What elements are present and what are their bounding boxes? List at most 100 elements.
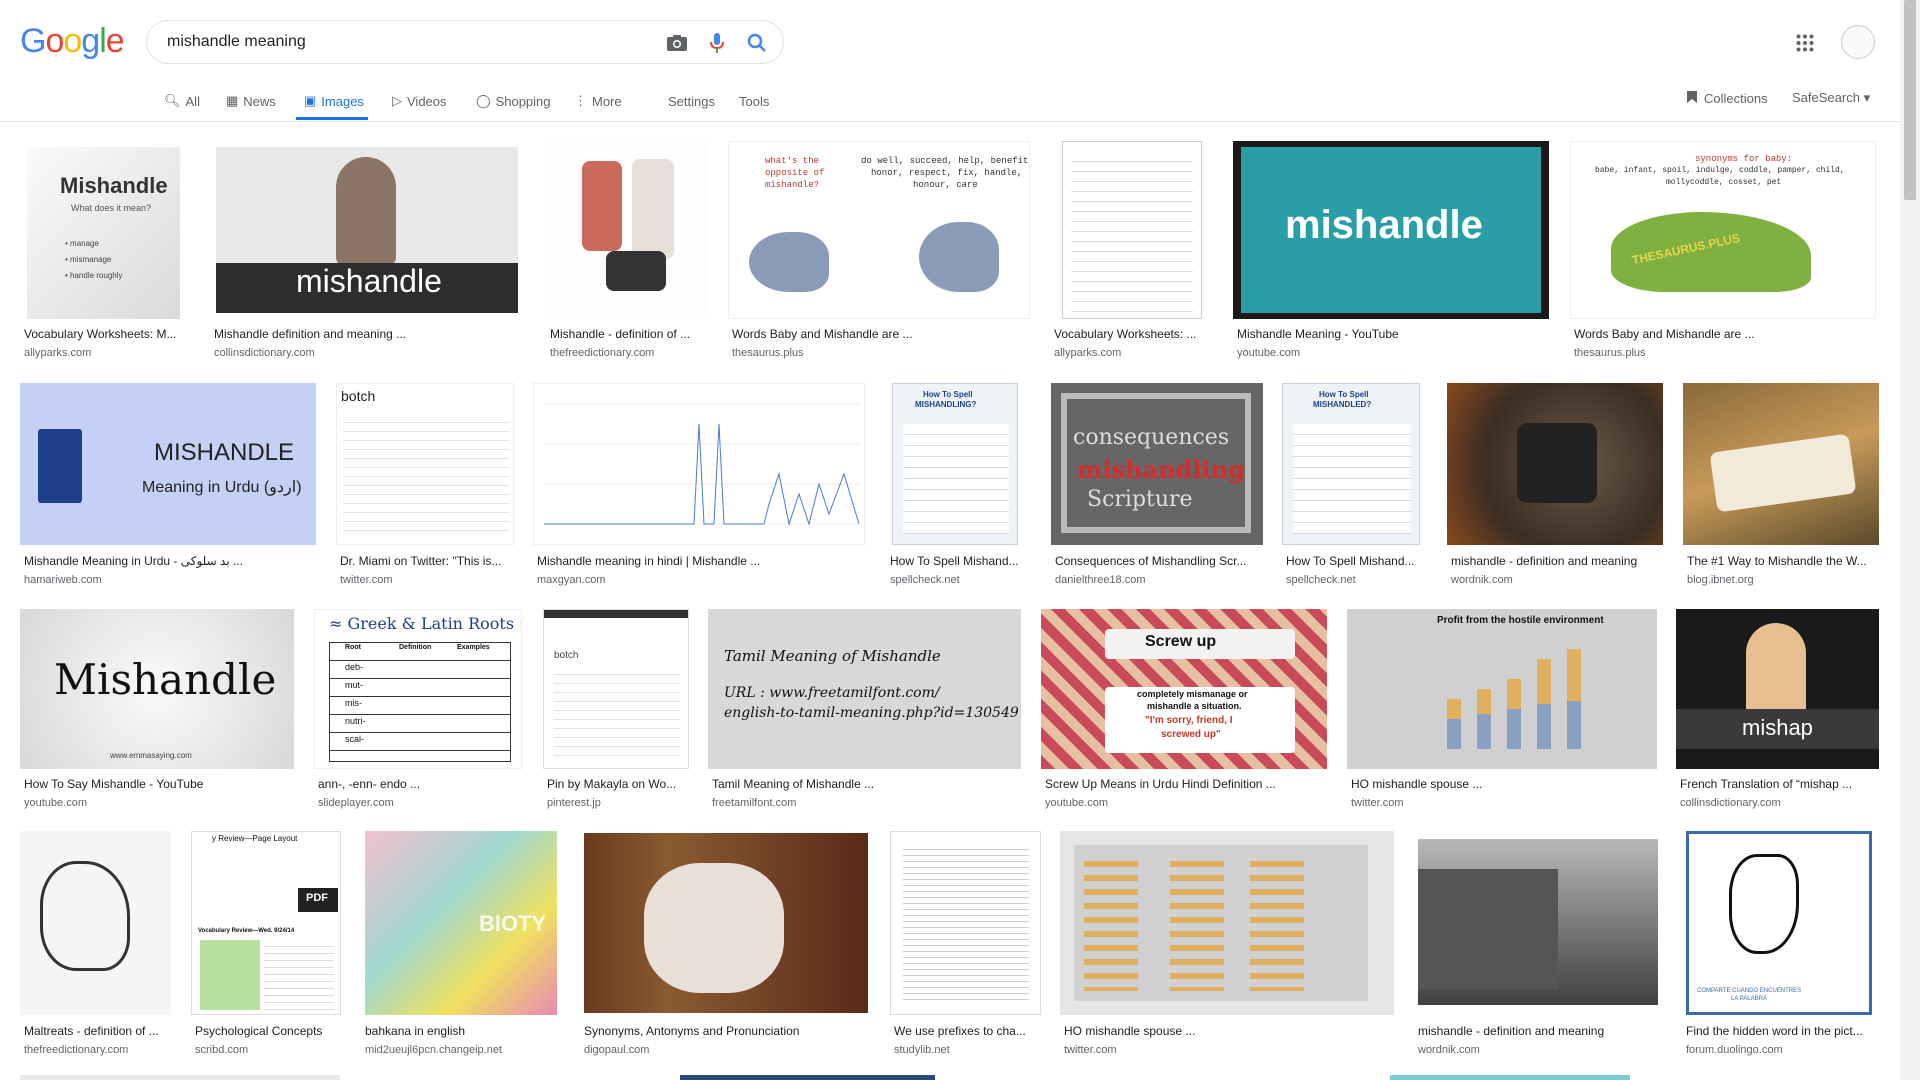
result-title[interactable]: Mishandle Meaning - YouTube xyxy=(1237,327,1547,341)
result-title[interactable]: French Translation of “mishap ... xyxy=(1680,777,1880,791)
result-thumbnail[interactable]: botch xyxy=(336,383,514,545)
result-title[interactable]: Vocabulary Worksheets: ... xyxy=(1054,327,1204,341)
result-thumbnail[interactable]: MISHANDLE Meaning in Urdu (اردو) xyxy=(20,383,316,545)
result-thumbnail[interactable] xyxy=(1683,383,1879,545)
result-thumbnail[interactable] xyxy=(1447,383,1663,545)
tab-videos[interactable]: ▷ Videos xyxy=(392,90,447,112)
image-result[interactable]: The #1 Way to Mishandle the W... blog.ib… xyxy=(1683,383,1883,593)
result-thumbnail[interactable] xyxy=(20,831,171,1015)
image-result[interactable]: How To Spell MISHANDLING? How To Spell M… xyxy=(886,383,1026,593)
result-source[interactable]: allyparks.com xyxy=(1054,347,1121,359)
image-result[interactable]: Profit from the hostile environment HO m… xyxy=(1347,609,1659,814)
result-thumbnail[interactable]: How To Spell MISHANDLED? xyxy=(1282,383,1420,545)
result-title[interactable]: HO mishandle spouse ... xyxy=(1064,1024,1394,1038)
image-result[interactable]: what's the opposite of mishandle? do wel… xyxy=(728,141,1033,361)
result-thumbnail[interactable]: Profit from the hostile environment xyxy=(1347,609,1657,769)
result-source[interactable]: wordnik.com xyxy=(1451,574,1513,586)
result-title[interactable]: Pin by Makayla on Wo... xyxy=(547,777,693,791)
safesearch-dropdown[interactable]: SafeSearch ▾ xyxy=(1792,90,1870,106)
result-source[interactable]: thesaurus.plus xyxy=(1574,347,1646,359)
image-result[interactable]: Mishandle www.emmasaying.com How To Say … xyxy=(20,609,300,814)
result-title[interactable]: Find the hidden word in the pict... xyxy=(1686,1024,1876,1038)
result-source[interactable]: allyparks.com xyxy=(24,347,91,359)
result-title[interactable]: Tamil Meaning of Mishandle ... xyxy=(712,777,1022,791)
result-title[interactable]: Words Baby and Mishandle are ... xyxy=(732,327,1032,341)
result-thumbnail[interactable]: botch xyxy=(543,609,689,769)
image-result[interactable]: synonyms for baby: babe, infant, spoil, … xyxy=(1570,141,1880,361)
result-title[interactable]: Consequences of Mishandling Scr... xyxy=(1055,554,1267,568)
search-box[interactable]: mishandle meaning xyxy=(146,20,784,64)
result-source[interactable]: collinsdictionary.com xyxy=(1680,797,1781,809)
image-result[interactable]: Mishandle meaning in hindi | Mishandle .… xyxy=(533,383,869,593)
image-result[interactable]: mishandle - definition and meaning wordn… xyxy=(1447,383,1667,593)
image-result[interactable]: mishandle Mishandle Meaning - YouTube yo… xyxy=(1233,141,1553,361)
result-title[interactable]: How To Say Mishandle - YouTube xyxy=(24,777,294,791)
result-title[interactable]: ann-, -enn- endo ... xyxy=(318,777,523,791)
result-thumbnail[interactable]: what's the opposite of mishandle? do wel… xyxy=(728,141,1030,319)
result-thumbnail[interactable]: Screw up completely mismanage or mishand… xyxy=(1041,609,1327,769)
result-thumbnail[interactable]: BIOTY xyxy=(365,831,557,1015)
avatar[interactable] xyxy=(1841,25,1875,59)
result-thumbnail[interactable] xyxy=(1418,839,1658,1005)
result-thumbnail[interactable]: mishandle xyxy=(216,147,518,313)
result-title[interactable]: The #1 Way to Mishandle the W... xyxy=(1687,554,1883,568)
result-source[interactable]: spellcheck.net xyxy=(890,574,960,586)
result-source[interactable]: slideplayer.com xyxy=(318,797,394,809)
result-source[interactable]: pinterest.jp xyxy=(547,797,601,809)
search-icon[interactable] xyxy=(745,31,769,55)
result-title[interactable]: Dr. Miami on Twitter: "This is... xyxy=(340,554,516,568)
scrollbar-thumb[interactable] xyxy=(1904,0,1916,200)
result-thumbnail[interactable]: Tamil Meaning of Mishandle URL : www.fre… xyxy=(708,609,1021,769)
image-result[interactable]: HO mishandle spouse ... twitter.com xyxy=(1060,831,1395,1061)
tab-tools[interactable]: Tools xyxy=(739,90,769,112)
image-result[interactable]: COMPARTE CUANDO ENCUENTRES LA PALABRA Fi… xyxy=(1682,831,1882,1061)
image-result[interactable]: BIOTY bahkana in english mid2ueujl6pcn.c… xyxy=(361,831,561,1061)
result-thumbnail[interactable]: Mishandle What does it mean? • manage • … xyxy=(27,147,180,319)
result-source[interactable]: twitter.com xyxy=(1351,797,1404,809)
result-thumbnail[interactable]: How To Spell MISHANDLING? xyxy=(892,383,1018,545)
result-thumbnail[interactable] xyxy=(533,383,865,545)
result-thumbnail[interactable] xyxy=(890,831,1041,1015)
result-source[interactable]: maxgyan.com xyxy=(537,574,605,586)
result-title[interactable]: Synonyms, Antonyms and Pronunciation xyxy=(584,1024,874,1038)
result-source[interactable]: forum.duolingo.com xyxy=(1686,1044,1783,1056)
result-thumbnail[interactable] xyxy=(546,141,707,319)
result-source[interactable]: scribd.com xyxy=(195,1044,248,1056)
result-title[interactable]: Psychological Concepts xyxy=(195,1024,345,1038)
tab-images[interactable]: ▣ Images xyxy=(304,90,364,112)
result-source[interactable]: spellcheck.net xyxy=(1286,574,1356,586)
result-title[interactable]: bahkana in english xyxy=(365,1024,561,1038)
result-thumbnail[interactable]: mishap xyxy=(1676,609,1879,769)
result-thumbnail[interactable]: y Review—Page Layout PDF Vocabulary Revi… xyxy=(191,831,341,1015)
result-title[interactable]: Vocabulary Worksheets: M... xyxy=(24,327,184,341)
result-title[interactable]: Mishandle Meaning in Urdu - بد سلوکی ... xyxy=(24,554,314,568)
image-result[interactable]: Mishandle - definition of ... thefreedic… xyxy=(546,141,711,361)
google-logo[interactable]: Google xyxy=(20,22,125,61)
apps-grid-icon[interactable] xyxy=(1796,34,1814,52)
result-thumbnail[interactable]: ≈ Greek & Latin Roots ≈ Root Definition … xyxy=(314,609,522,769)
result-title[interactable]: Screw Up Means in Urdu Hindi Definition … xyxy=(1045,777,1331,791)
tab-news[interactable]: ▦ News xyxy=(226,90,276,112)
result-source[interactable]: freetamilfont.com xyxy=(712,797,796,809)
tab-all[interactable]: 🔍︎ All xyxy=(164,90,200,112)
image-result[interactable]: MISHANDLE Meaning in Urdu (اردو) Mishand… xyxy=(20,383,320,593)
result-source[interactable]: hamariweb.com xyxy=(24,574,102,586)
image-result[interactable]: We use prefixes to cha... studylib.net xyxy=(890,831,1041,1061)
result-source[interactable]: blog.ibnet.org xyxy=(1687,574,1754,586)
image-result[interactable]: consequences mishandling Scripture Conse… xyxy=(1051,383,1267,593)
result-source[interactable]: youtube.com xyxy=(1045,797,1108,809)
result-source[interactable]: thefreedictionary.com xyxy=(24,1044,128,1056)
result-title[interactable]: Maltreats - definition of ... xyxy=(24,1024,174,1038)
image-result[interactable]: Screw up completely mismanage or mishand… xyxy=(1041,609,1331,814)
result-title[interactable]: We use prefixes to cha... xyxy=(894,1024,1040,1038)
tab-settings[interactable]: Settings xyxy=(668,90,715,112)
image-result[interactable]: ≈ Greek & Latin Roots ≈ Root Definition … xyxy=(314,609,524,814)
result-title[interactable]: Words Baby and Mishandle are ... xyxy=(1574,327,1874,341)
result-title[interactable]: mishandle - definition and meaning xyxy=(1418,1024,1658,1038)
result-thumbnail[interactable]: consequences mishandling Scripture xyxy=(1051,383,1263,545)
result-source[interactable]: youtube.com xyxy=(1237,347,1300,359)
result-title[interactable]: HO mishandle spouse ... xyxy=(1351,777,1657,791)
image-result[interactable]: Mishandle What does it mean? • manage • … xyxy=(20,141,185,361)
result-title[interactable]: How To Spell Mishand... xyxy=(1286,554,1422,568)
microphone-icon[interactable] xyxy=(705,31,729,55)
